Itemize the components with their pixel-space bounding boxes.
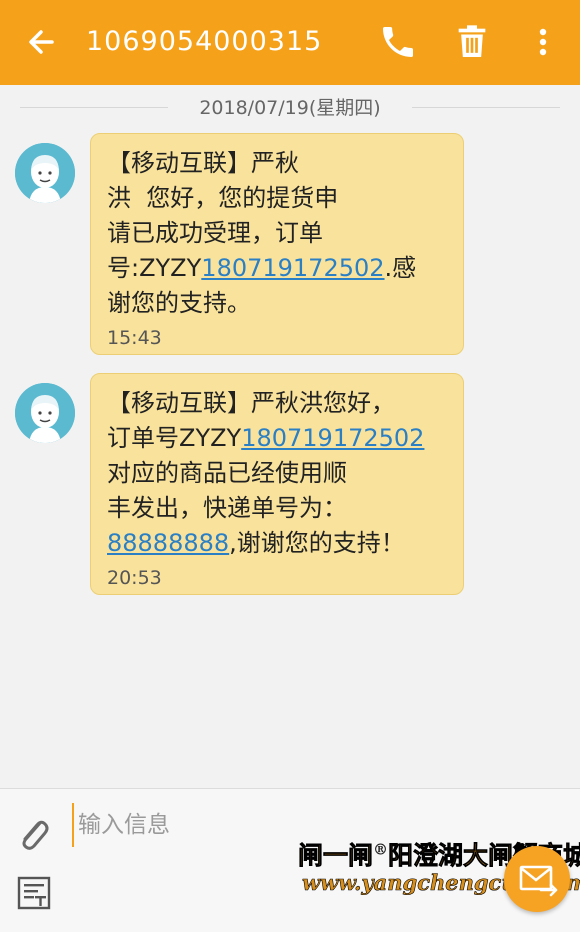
back-button[interactable]	[22, 20, 62, 64]
message-text-part: 对应的商品已经使用顺 丰发出，快递单号为：	[107, 459, 347, 522]
trash-icon	[458, 25, 486, 57]
date-separator: 2018/07/19(星期四)	[0, 94, 580, 122]
contact-avatar[interactable]	[15, 143, 75, 203]
messaging-app: 1069054000315 2018/07/19(星期四) 【移动互联】严秋 洪…	[0, 0, 580, 932]
arrow-left-icon	[29, 30, 54, 54]
date-label: 2018/07/19(星期四)	[199, 97, 381, 119]
call-button[interactable]	[378, 22, 418, 62]
message-timestamp: 15:43	[107, 327, 162, 349]
phone-icon	[383, 27, 413, 57]
app-header: 1069054000315	[0, 0, 580, 85]
watermark-text: 闸一闸	[298, 841, 374, 871]
order-number-link[interactable]: 180719172502	[241, 424, 424, 452]
order-number-link[interactable]: 180719172502	[201, 254, 384, 282]
registered-mark: ®	[373, 840, 389, 859]
message-text-part: ,谢谢您的支持！	[229, 529, 405, 557]
person-avatar-icon	[15, 383, 75, 443]
message-bubble[interactable]: 【移动互联】严秋 洪 您好，您的提货申 请已成功受理，订单 号:ZYZY1807…	[90, 133, 464, 355]
text-template-icon	[17, 876, 51, 910]
conversation-title: 1069054000315	[86, 26, 323, 57]
send-button[interactable]	[504, 846, 570, 912]
more-options-button[interactable]	[526, 22, 560, 62]
contact-avatar[interactable]	[15, 383, 75, 443]
message-bubble[interactable]: 【移动互联】严秋洪您好， 订单号ZYZY180719172502 对应的商品已经…	[90, 373, 464, 595]
paperclip-icon	[22, 820, 49, 850]
delete-button[interactable]	[452, 22, 492, 62]
person-avatar-icon	[15, 143, 75, 203]
template-button[interactable]	[16, 875, 52, 911]
tracking-number-link[interactable]: 88888888	[107, 529, 229, 557]
send-envelope-icon	[519, 865, 558, 897]
message-text: 【移动互联】严秋洪您好， 订单号ZYZY180719172502 对应的商品已经…	[107, 386, 447, 561]
attach-button[interactable]	[14, 811, 54, 855]
message-timestamp: 20:53	[107, 567, 162, 589]
message-text: 【移动互联】严秋 洪 您好，您的提货申 请已成功受理，订单 号:ZYZY1807…	[107, 146, 447, 321]
more-vertical-icon	[539, 28, 547, 56]
